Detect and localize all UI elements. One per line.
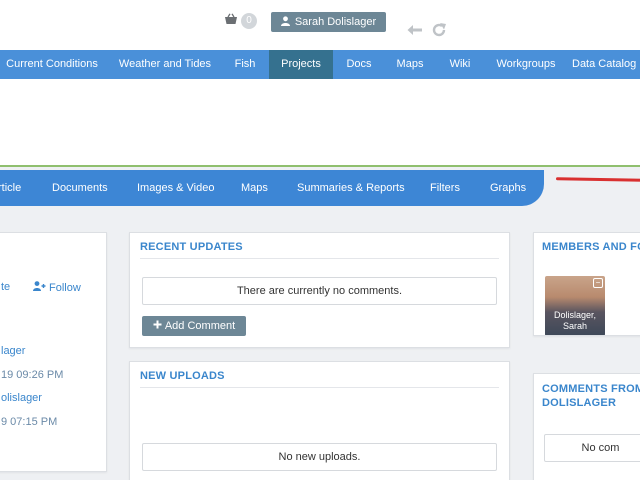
divider (140, 258, 499, 259)
nav-current-conditions[interactable]: Current Conditions (0, 50, 104, 79)
activity-date-2: 9 07:15 PM (1, 416, 58, 428)
subnav-maps[interactable]: Maps (241, 170, 268, 206)
back-arrow-icon[interactable] (407, 22, 423, 43)
cart-count-badge: 0 (241, 13, 257, 29)
subnav-graphs[interactable]: Graphs (490, 170, 526, 206)
add-comment-label: Add Comment (164, 320, 236, 332)
subnav-images-video[interactable]: Images & Video (137, 170, 214, 206)
plus-icon (153, 320, 162, 332)
subnav-summaries-reports[interactable]: Summaries & Reports (297, 170, 405, 206)
nav-data-catalog[interactable]: Data Catalog (572, 50, 640, 79)
comments-from-panel: COMMENTS FROM DOLISLAGER No com (533, 373, 640, 480)
history-controls (407, 22, 447, 43)
minus-icon[interactable]: − (593, 278, 603, 288)
follow-user-icon (33, 281, 46, 294)
avatar[interactable]: − Dolislager, Sarah (545, 276, 605, 335)
recent-updates-panel: RECENT UPDATES There are currently no co… (129, 232, 510, 348)
subnav-filters[interactable]: Filters (430, 170, 460, 206)
nav-workgroups[interactable]: Workgroups (488, 50, 564, 79)
left-profile-panel: te Follow lager 19 09:26 PM olislager 9 … (0, 232, 107, 472)
activity-name-1[interactable]: lager (1, 345, 25, 357)
user-name: Sarah Dolislager (294, 16, 377, 28)
nav-maps[interactable]: Maps (386, 50, 434, 79)
subnav-article[interactable]: rticle (0, 170, 21, 206)
project-banner (0, 79, 640, 167)
user-menu-button[interactable]: Sarah Dolislager (271, 12, 386, 32)
new-uploads-title: NEW UPLOADS (140, 370, 225, 382)
comments-from-title: COMMENTS FROM DOLISLAGER (542, 383, 640, 409)
no-uploads-message: No new uploads. (142, 443, 497, 471)
nav-wiki[interactable]: Wiki (440, 50, 480, 79)
project-sub-nav: rticle Documents Images & Video Maps Sum… (0, 170, 544, 206)
red-annotation-mark (555, 177, 640, 182)
nav-projects[interactable]: Projects (269, 50, 333, 79)
members-title: MEMBERS AND FO (542, 241, 640, 253)
top-bar: 0 Sarah Dolislager (0, 0, 640, 50)
follow-button[interactable]: Follow (33, 281, 81, 294)
subnav-documents[interactable]: Documents (52, 170, 108, 206)
user-icon (280, 15, 290, 29)
activity-date-1: 19 09:26 PM (1, 369, 64, 381)
main-nav: Current Conditions Weather and Tides Fis… (0, 50, 640, 79)
nav-fish[interactable]: Fish (225, 50, 265, 79)
no-comments-message: There are currently no comments. (142, 277, 497, 305)
member-name: Dolislager, Sarah (553, 310, 597, 331)
nav-docs[interactable]: Docs (338, 50, 380, 79)
activity-name-2[interactable]: olislager (1, 392, 42, 404)
new-uploads-panel: NEW UPLOADS No new uploads. (129, 361, 510, 480)
nav-weather-and-tides[interactable]: Weather and Tides (110, 50, 220, 79)
reload-icon[interactable] (431, 22, 447, 43)
basket-icon[interactable] (224, 12, 238, 30)
no-comments-message: No com (544, 434, 640, 462)
left-action-link[interactable]: te (1, 281, 10, 293)
follow-label: Follow (49, 281, 81, 294)
add-comment-button[interactable]: Add Comment (142, 316, 246, 336)
divider (140, 387, 499, 388)
recent-updates-title: RECENT UPDATES (140, 241, 243, 253)
cart[interactable]: 0 (224, 12, 257, 30)
members-panel: MEMBERS AND FO − Dolislager, Sarah (533, 232, 640, 336)
